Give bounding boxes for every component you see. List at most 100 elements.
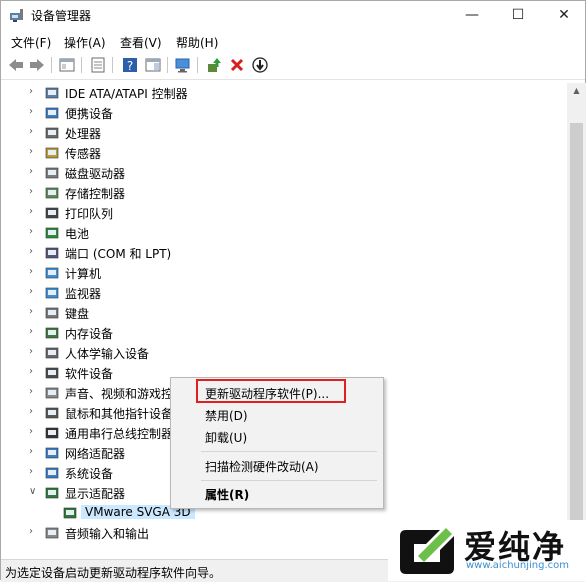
software-device-icon bbox=[45, 367, 59, 379]
chevron-right-icon[interactable]: › bbox=[29, 386, 33, 397]
ctx-separator bbox=[201, 480, 377, 481]
device-manager-icon bbox=[10, 9, 23, 22]
tree-item-label: 传感器 bbox=[65, 147, 102, 161]
tree-item-label: 声音、视频和游戏控 bbox=[65, 387, 174, 401]
tree-category-row[interactable]: › 存储控制器 bbox=[1, 183, 567, 203]
chevron-right-icon[interactable]: › bbox=[29, 266, 33, 277]
scrollbar-thumb[interactable] bbox=[570, 123, 583, 523]
monitor-icon bbox=[45, 287, 59, 299]
chevron-right-icon[interactable]: › bbox=[29, 206, 33, 217]
chevron-right-icon[interactable]: › bbox=[29, 406, 33, 417]
toolbar-separator bbox=[51, 57, 52, 73]
chevron-right-icon[interactable]: › bbox=[29, 146, 33, 157]
show-hide-tree-icon[interactable] bbox=[58, 56, 76, 74]
svg-text:?: ? bbox=[127, 59, 133, 73]
scroll-up-icon[interactable]: ▲ bbox=[567, 83, 586, 99]
chevron-right-icon[interactable]: › bbox=[29, 86, 33, 97]
tree-category-row[interactable]: › 传感器 bbox=[1, 143, 567, 163]
chevron-right-icon[interactable]: › bbox=[29, 306, 33, 317]
forward-arrow-icon[interactable] bbox=[28, 56, 46, 74]
tree-category-row[interactable]: › IDE ATA/ATAPI 控制器 bbox=[1, 83, 567, 103]
ctx-scan[interactable]: 扫描检测硬件改动(A) bbox=[205, 458, 319, 475]
printer-icon bbox=[45, 207, 59, 219]
hid-icon bbox=[45, 347, 59, 359]
properties-sheet-icon[interactable] bbox=[89, 56, 107, 74]
ctx-properties[interactable]: 属性(R) bbox=[205, 486, 249, 503]
computer-icon bbox=[45, 267, 59, 279]
chevron-right-icon[interactable]: › bbox=[29, 226, 33, 237]
chevron-right-icon[interactable]: › bbox=[29, 286, 33, 297]
chevron-down-icon[interactable]: ∨ bbox=[29, 486, 36, 497]
tree-item-label: 便携设备 bbox=[65, 107, 114, 121]
chevron-right-icon[interactable]: › bbox=[29, 466, 33, 477]
tree-category-row[interactable]: › 电池 bbox=[1, 223, 567, 243]
tree-category-row[interactable]: › 处理器 bbox=[1, 123, 567, 143]
chevron-right-icon[interactable]: › bbox=[29, 366, 33, 377]
brand-url: www.aichunjing.com bbox=[466, 560, 569, 571]
chevron-right-icon[interactable]: › bbox=[29, 186, 33, 197]
scan-hardware-icon[interactable] bbox=[174, 56, 192, 74]
title-bar: 设备管理器 — ☐ ✕ bbox=[1, 1, 585, 29]
tree-item-label: 打印队列 bbox=[65, 207, 114, 221]
tree-category-row[interactable]: › 内存设备 bbox=[1, 323, 567, 343]
memory-icon bbox=[45, 327, 59, 339]
toolbar-separator bbox=[167, 57, 168, 73]
enable-device-icon[interactable] bbox=[251, 56, 269, 74]
disk-drive-icon bbox=[45, 167, 59, 179]
back-arrow-icon[interactable] bbox=[7, 56, 25, 74]
tree-category-row[interactable]: › 监视器 bbox=[1, 283, 567, 303]
close-button[interactable]: ✕ bbox=[541, 1, 587, 29]
maximize-button[interactable]: ☐ bbox=[495, 1, 541, 29]
tree-item-label: 系统设备 bbox=[65, 467, 114, 481]
menu-action[interactable]: 操作(A) bbox=[64, 34, 106, 51]
chevron-right-icon[interactable]: › bbox=[29, 106, 33, 117]
network-adapter-icon bbox=[45, 447, 59, 459]
ctx-uninstall[interactable]: 卸载(U) bbox=[205, 429, 247, 446]
tree-item-label: 显示适配器 bbox=[65, 487, 126, 501]
menu-help[interactable]: 帮助(H) bbox=[176, 34, 218, 51]
menu-bar: 文件(F) 操作(A) 查看(V) 帮助(H) bbox=[1, 31, 585, 53]
ctx-disable[interactable]: 禁用(D) bbox=[205, 407, 248, 424]
uninstall-device-icon[interactable] bbox=[228, 56, 246, 74]
red-highlight-annotation bbox=[196, 379, 346, 403]
chevron-right-icon[interactable]: › bbox=[29, 166, 33, 177]
keyboard-icon bbox=[45, 307, 59, 319]
tree-item-label: 监视器 bbox=[65, 287, 102, 301]
vertical-scrollbar[interactable]: ▲ ▼ bbox=[567, 83, 586, 555]
portable-device-icon bbox=[45, 107, 59, 119]
tree-category-row[interactable]: › 计算机 bbox=[1, 263, 567, 283]
mouse-icon bbox=[45, 407, 59, 419]
tree-item-label: 电池 bbox=[65, 227, 90, 241]
toolbar-separator bbox=[81, 57, 82, 73]
chevron-right-icon[interactable]: › bbox=[29, 326, 33, 337]
tree-item-label: 磁盘驱动器 bbox=[65, 167, 126, 181]
update-driver-icon[interactable] bbox=[205, 56, 223, 74]
help-icon[interactable]: ? bbox=[121, 56, 139, 74]
tree-item-label: 通用串行总线控制器 bbox=[65, 427, 174, 441]
tree-category-row[interactable]: › 人体学输入设备 bbox=[1, 343, 567, 363]
chevron-right-icon[interactable]: › bbox=[29, 246, 33, 257]
tree-category-row[interactable]: › 磁盘驱动器 bbox=[1, 163, 567, 183]
tree-category-row[interactable]: › 便携设备 bbox=[1, 103, 567, 123]
ide-controller-icon bbox=[45, 87, 59, 99]
battery-icon bbox=[45, 227, 59, 239]
tree-item-label: 计算机 bbox=[65, 267, 102, 281]
tree-category-row[interactable]: › 打印队列 bbox=[1, 203, 567, 223]
minimize-button[interactable]: — bbox=[449, 1, 495, 29]
display-adapter-icon bbox=[45, 487, 59, 499]
brand-logo-icon bbox=[400, 528, 454, 574]
port-icon bbox=[45, 247, 59, 259]
tree-category-row[interactable]: › 端口 (COM 和 LPT) bbox=[1, 243, 567, 263]
chevron-right-icon[interactable]: › bbox=[29, 346, 33, 357]
chevron-right-icon[interactable]: › bbox=[29, 126, 33, 137]
menu-file[interactable]: 文件(F) bbox=[11, 34, 51, 51]
watermark-logo: 爱纯净 www.aichunjing.com bbox=[388, 520, 587, 581]
tree-category-row[interactable]: › 键盘 bbox=[1, 303, 567, 323]
chevron-right-icon[interactable]: › bbox=[29, 526, 33, 537]
chevron-right-icon[interactable]: › bbox=[29, 426, 33, 437]
tree-item-label: 键盘 bbox=[65, 307, 90, 321]
ctx-separator bbox=[201, 451, 377, 452]
action-pane-icon[interactable] bbox=[144, 56, 162, 74]
menu-view[interactable]: 查看(V) bbox=[120, 34, 162, 51]
chevron-right-icon[interactable]: › bbox=[29, 446, 33, 457]
